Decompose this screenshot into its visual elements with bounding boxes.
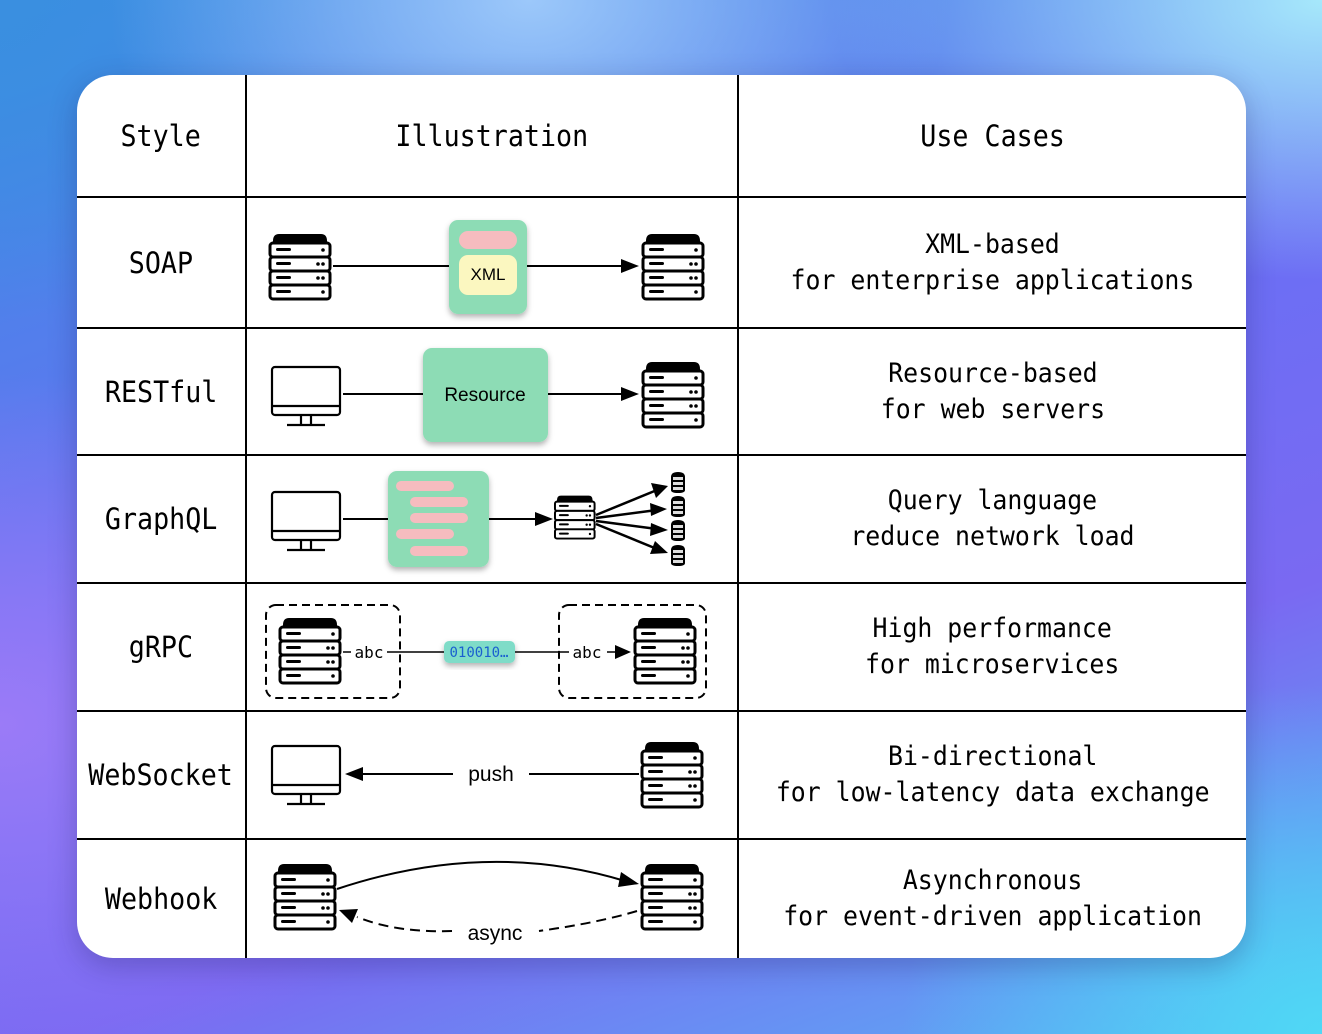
arrowhead-icon	[345, 767, 363, 781]
xml-label: XML	[471, 265, 506, 284]
xml-envelope: XML	[449, 219, 527, 314]
table-row-soap: SOAP XML XML-based for enterprise applic…	[77, 196, 1246, 329]
arrowhead-icon	[535, 512, 553, 526]
graphql-illustration	[270, 471, 685, 567]
arrowhead-icon	[650, 503, 667, 516]
illustration-cell: XML	[245, 196, 739, 329]
illustration-cell: abc 010010… abc	[245, 582, 739, 712]
style-cell: GraphQL	[77, 454, 247, 584]
use-case-cell: High performance for microservices	[737, 582, 1246, 712]
server-icon	[273, 862, 337, 930]
arrowhead-icon	[650, 541, 668, 554]
database-icon	[671, 545, 685, 566]
style-cell: SOAP	[77, 196, 247, 329]
server-icon	[640, 740, 704, 809]
async-label: async	[468, 922, 523, 945]
use-case-cell: XML-based for enterprise applications	[737, 196, 1246, 329]
illustration-cell: push	[245, 710, 739, 840]
arrowhead-icon	[621, 258, 639, 273]
style-cell: gRPC	[77, 582, 247, 712]
style-cell: Webhook	[77, 838, 247, 958]
arrowhead-icon	[618, 871, 639, 887]
header-illustration: Illustration	[245, 75, 739, 198]
arrowhead-icon	[650, 523, 668, 536]
monitor-icon	[270, 490, 342, 552]
header-use-cases: Use Cases	[737, 75, 1246, 198]
illustration-cell: async	[245, 838, 739, 958]
left-abc-label: abc	[355, 643, 384, 662]
header-style: Style	[77, 75, 247, 198]
push-label: push	[468, 763, 514, 786]
arrowhead-icon	[651, 483, 668, 498]
arrowhead-icon	[339, 908, 358, 923]
server-icon	[641, 232, 705, 300]
use-case-cell: Asynchronous for event-driven application	[737, 838, 1246, 958]
table-row-restful: RESTful Resource Resource-based for web s…	[77, 327, 1246, 456]
illustration-cell	[245, 454, 739, 584]
server-icon	[553, 494, 596, 540]
style-cell: WebSocket	[77, 710, 247, 840]
server-icon	[268, 232, 332, 300]
query-box	[388, 471, 489, 567]
use-case-cell: Query language reduce network load	[737, 454, 1246, 584]
database-icon	[671, 472, 685, 493]
table-row-grpc: gRPC abc 010010… abc High performance fo…	[77, 582, 1246, 712]
use-case-cell: Resource-based for web servers	[737, 327, 1246, 456]
right-abc-label: abc	[573, 643, 602, 662]
websocket-illustration: push	[270, 740, 704, 809]
binary-label: 010010…	[449, 645, 508, 661]
query-line	[396, 529, 454, 539]
table-row-websocket: WebSocket push Bi-directional for low-lat…	[77, 710, 1246, 840]
fanout-arrows	[595, 488, 658, 551]
callback-curve	[336, 860, 626, 890]
use-case-cell: Bi-directional for low-latency data excha…	[737, 710, 1246, 840]
server-icon	[278, 616, 342, 685]
query-line	[396, 481, 454, 491]
table-row-graphql: GraphQL Query language reduce network lo…	[77, 454, 1246, 584]
monitor-icon	[270, 365, 342, 426]
api-styles-table: Style Illustration Use Cases SOAP XML XM…	[77, 75, 1246, 958]
header-row: Style Illustration Use Cases	[77, 75, 1246, 198]
webhook-illustration: async	[273, 860, 704, 945]
api-styles-card: Style Illustration Use Cases SOAP XML XM…	[77, 75, 1246, 958]
binary-payload: 010010…	[444, 641, 515, 663]
illustration-cell: Resource	[245, 327, 739, 456]
server-icon	[640, 862, 704, 930]
server-icon	[633, 616, 697, 685]
monitor-icon	[270, 744, 342, 806]
async-return-line	[538, 909, 638, 932]
resource-label: Resource	[444, 385, 525, 406]
query-line	[410, 513, 468, 523]
server-icon	[641, 360, 705, 428]
restful-illustration: Resource	[270, 347, 705, 442]
soap-illustration: XML	[268, 219, 705, 314]
async-return-line	[356, 915, 453, 932]
database-icon	[671, 496, 685, 517]
arrowhead-icon	[621, 386, 639, 401]
table-row-webhook: Webhook async Asynchronous for event-driv…	[77, 838, 1246, 958]
database-icon	[671, 520, 685, 541]
arrowhead-icon	[615, 645, 631, 659]
grpc-illustration: abc 010010… abc	[265, 604, 707, 699]
style-cell: RESTful	[77, 327, 247, 456]
resource-box: Resource	[423, 347, 548, 442]
query-line	[410, 546, 468, 556]
query-line	[410, 497, 468, 507]
